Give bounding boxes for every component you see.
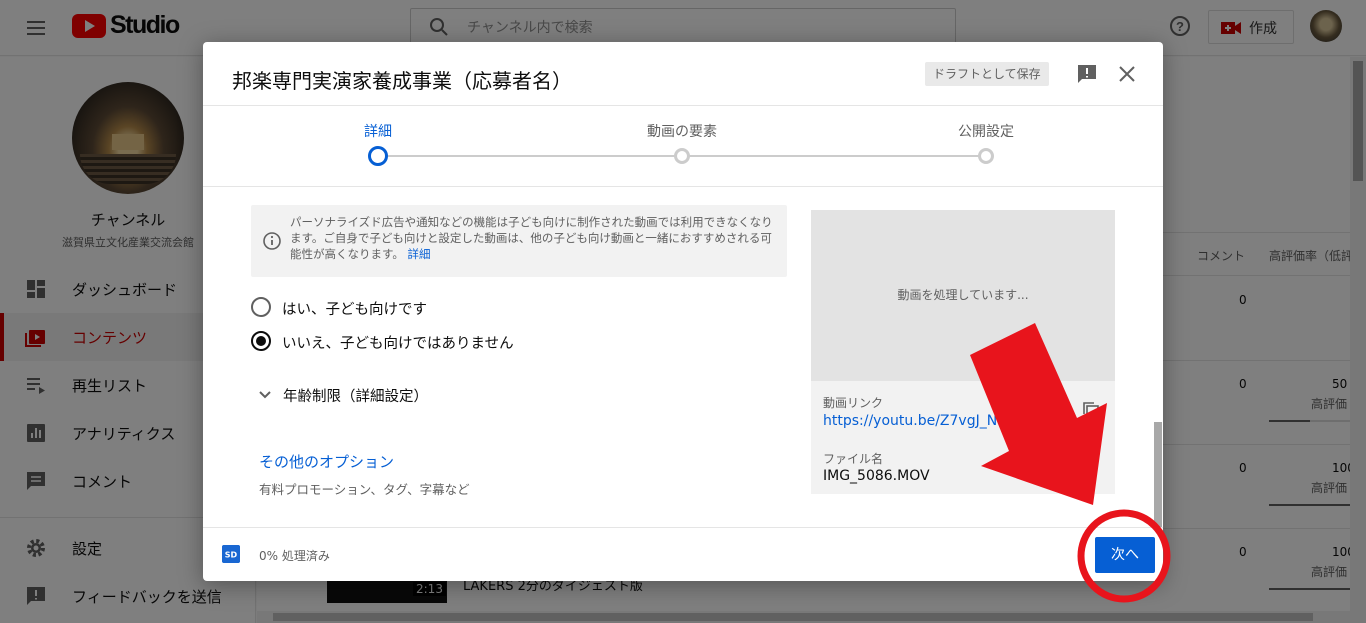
- info-text-body: パーソナライズド広告や通知などの機能は子ども向けに制作された動画では利用できなく…: [290, 215, 773, 261]
- step-dot-visibility[interactable]: [978, 148, 994, 164]
- more-options-link[interactable]: その他のオプション: [259, 451, 394, 472]
- step-video-elements[interactable]: 動画の要素: [647, 121, 717, 141]
- next-button[interactable]: 次へ: [1095, 537, 1155, 573]
- step-dot-video-elements[interactable]: [674, 148, 690, 164]
- radio-button[interactable]: [251, 297, 271, 317]
- step-dot-details[interactable]: [368, 146, 388, 166]
- dialog-title: 邦楽専門実演家養成事業（応募者名）: [232, 69, 572, 93]
- upload-details-dialog: 邦楽専門実演家養成事業（応募者名） ドラフトとして保存 詳細 動画の要素 公開設…: [203, 42, 1163, 581]
- processing-status: 0% 処理済み: [259, 549, 330, 563]
- footer-divider: [203, 527, 1163, 528]
- audience-info-box: パーソナライズド広告や通知などの機能は子ども向けに制作された動画では利用できなく…: [251, 205, 787, 277]
- video-preview[interactable]: 動画を処理しています...: [811, 210, 1115, 381]
- close-icon[interactable]: [1115, 62, 1139, 86]
- more-options-description: 有料プロモーション、タグ、字幕など: [259, 482, 470, 497]
- audience-info-text: パーソナライズド広告や通知などの機能は子ども向けに制作された動画では利用できなく…: [290, 214, 776, 262]
- video-link[interactable]: https://youtu.be/Z7vgJ_Nv: [823, 413, 1093, 429]
- radio-no-label: いいえ、子ども向けではありません: [282, 336, 514, 352]
- report-feedback-icon[interactable]: [1075, 62, 1099, 86]
- file-name-label: ファイル名: [823, 452, 884, 466]
- chevron-down-icon: [259, 391, 271, 399]
- file-name: IMG_5086.MOV: [823, 468, 930, 484]
- step-visibility[interactable]: 公開設定: [958, 121, 1014, 141]
- info-icon: [263, 232, 281, 250]
- video-preview-card: 動画を処理しています... 動画リンク https://youtu.be/Z7v…: [811, 210, 1115, 494]
- processing-message: 動画を処理しています...: [897, 288, 1029, 302]
- header-divider: [203, 105, 1163, 106]
- svg-text:SD: SD: [225, 551, 238, 560]
- dialog-scroll-body[interactable]: パーソナライズド広告や通知などの機能は子ども向けに制作された動画では利用できなく…: [203, 187, 1163, 527]
- age-restriction-label: 年齢制限（詳細設定）: [283, 389, 428, 405]
- dialog-scrollbar[interactable]: [1154, 422, 1162, 527]
- step-details[interactable]: 詳細: [364, 121, 392, 141]
- radio-yes-label: はい、子ども向けです: [282, 302, 427, 318]
- radio-button-selected[interactable]: [251, 331, 271, 351]
- sd-quality-icon: SD: [222, 545, 240, 563]
- copy-icon[interactable]: [1081, 400, 1101, 420]
- info-learn-more-link[interactable]: 詳細: [408, 247, 431, 261]
- save-draft-badge: ドラフトとして保存: [925, 62, 1049, 86]
- video-link-label: 動画リンク: [823, 396, 884, 410]
